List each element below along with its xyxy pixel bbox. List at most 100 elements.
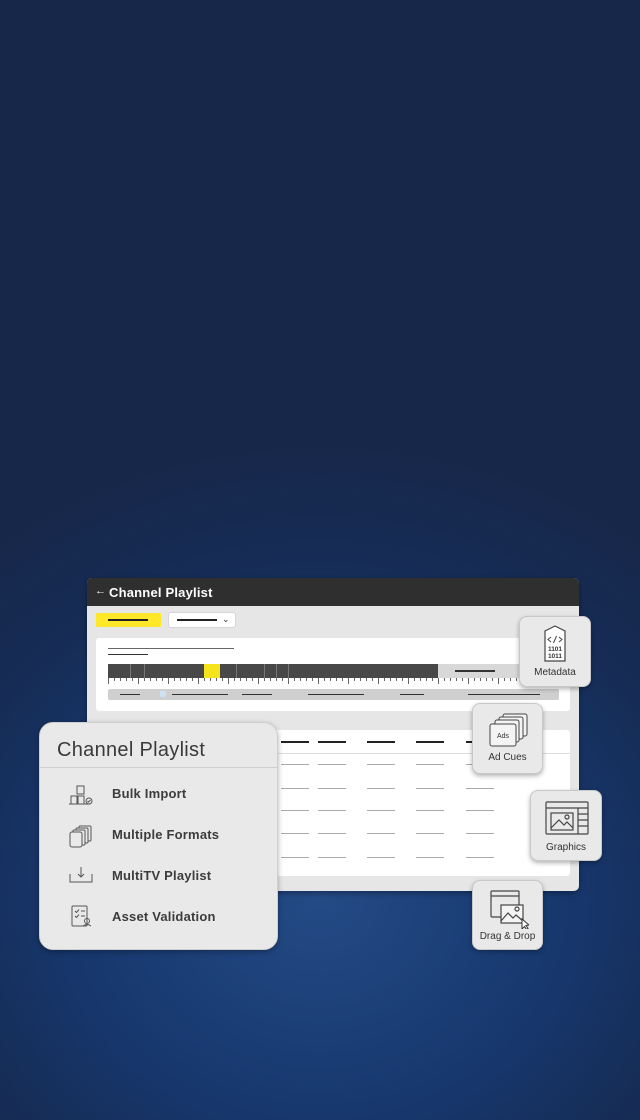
toolbar-select[interactable]: ⌄ bbox=[169, 613, 235, 627]
table-cell bbox=[416, 857, 444, 858]
ruler-tick bbox=[312, 678, 313, 681]
ruler-tick bbox=[126, 678, 127, 681]
ruler-tick bbox=[396, 678, 397, 681]
table-cell bbox=[318, 810, 346, 811]
table-cell bbox=[416, 764, 444, 765]
drag-drop-badge[interactable]: Drag & Drop bbox=[472, 880, 543, 950]
ruler-tick bbox=[228, 678, 229, 684]
table-cell bbox=[466, 788, 494, 789]
ruler-tick bbox=[198, 678, 199, 684]
clip-label bbox=[242, 694, 272, 695]
ruler-tick bbox=[204, 678, 205, 681]
ruler-tick bbox=[282, 678, 283, 681]
ruler-tick bbox=[402, 678, 403, 681]
table-cell bbox=[367, 833, 395, 834]
ruler-tick bbox=[180, 678, 181, 681]
ruler-tick bbox=[288, 678, 289, 684]
ruler-tick bbox=[354, 678, 355, 681]
ruler-tick bbox=[246, 678, 247, 681]
table-cell bbox=[367, 788, 395, 789]
table-header-cell bbox=[416, 741, 444, 743]
ruler-tick bbox=[426, 678, 427, 681]
image-window-icon bbox=[545, 801, 589, 835]
ruler-tick bbox=[480, 678, 481, 681]
ruler-tick bbox=[456, 678, 457, 681]
download-tray-icon bbox=[69, 867, 93, 883]
timeline-clip-divider bbox=[130, 664, 131, 678]
table-header-cell bbox=[281, 741, 309, 743]
chevron-down-icon: ⌄ bbox=[222, 614, 230, 624]
table-header-cell bbox=[367, 741, 395, 743]
bulk-import-icon bbox=[69, 785, 93, 805]
ruler-tick bbox=[192, 678, 193, 681]
card-title: Channel Playlist bbox=[57, 739, 206, 761]
clip-label bbox=[120, 694, 140, 695]
table-cell bbox=[318, 833, 346, 834]
timeline-track[interactable] bbox=[108, 664, 438, 678]
table-cell bbox=[281, 788, 309, 789]
ruler-tick bbox=[444, 678, 445, 681]
timeline-clip-divider bbox=[276, 664, 277, 678]
timeline-title-line bbox=[108, 648, 234, 649]
ruler-tick bbox=[462, 678, 463, 681]
table-cell bbox=[281, 764, 309, 765]
table-cell bbox=[466, 810, 494, 811]
clip-marker bbox=[160, 691, 166, 697]
clip-label bbox=[468, 694, 540, 695]
timeline-clip-divider bbox=[264, 664, 265, 678]
ruler-tick bbox=[414, 678, 415, 681]
ruler-tick bbox=[168, 678, 169, 684]
ruler-tick bbox=[390, 678, 391, 681]
feature-label: Bulk Import bbox=[112, 786, 187, 801]
ad-cues-label: Ad Cues bbox=[488, 752, 527, 763]
graphics-badge[interactable]: Graphics bbox=[530, 790, 602, 861]
drag-drop-image-icon bbox=[490, 890, 529, 929]
ads-stack-icon: Ads bbox=[489, 713, 528, 747]
timeline-playhead[interactable] bbox=[204, 664, 220, 678]
ruler-tick bbox=[234, 678, 235, 681]
ruler-tick bbox=[306, 678, 307, 681]
timeline-clip-divider bbox=[144, 664, 145, 678]
ruler-tick bbox=[378, 678, 379, 684]
ruler-tick bbox=[498, 678, 499, 684]
feature-label: Asset Validation bbox=[112, 909, 216, 924]
table-cell bbox=[281, 810, 309, 811]
ruler-tick bbox=[144, 678, 145, 681]
ruler-tick bbox=[150, 678, 151, 681]
ads-icon-text: Ads bbox=[497, 733, 510, 740]
table-cell bbox=[318, 857, 346, 858]
stacked-layers-icon bbox=[69, 825, 92, 848]
metadata-icon-text: 1101 bbox=[548, 646, 562, 653]
clip-label bbox=[308, 694, 364, 695]
table-cell bbox=[318, 764, 346, 765]
ruler-tick bbox=[336, 678, 337, 681]
feature-label: MultiTV Playlist bbox=[112, 868, 212, 883]
ruler-tick bbox=[486, 678, 487, 681]
table-cell bbox=[416, 833, 444, 834]
table-cell bbox=[416, 788, 444, 789]
arrow-left-icon[interactable]: ← bbox=[95, 585, 106, 597]
table-cell bbox=[281, 833, 309, 834]
table-header-cell bbox=[318, 741, 346, 743]
ruler-tick bbox=[120, 678, 121, 681]
table-cell bbox=[367, 764, 395, 765]
timeline-clip-divider bbox=[288, 664, 289, 678]
timeline-clip-row[interactable] bbox=[108, 689, 559, 700]
ruler-tick bbox=[384, 678, 385, 681]
metadata-icon-text: 1011 bbox=[548, 653, 562, 660]
ruler-tick bbox=[438, 678, 439, 684]
ruler-tick bbox=[156, 678, 157, 681]
metadata-label: Metadata bbox=[534, 667, 576, 678]
checklist-icon bbox=[71, 905, 92, 927]
table-cell bbox=[466, 833, 494, 834]
ruler-tick bbox=[114, 678, 115, 681]
ruler-tick bbox=[492, 678, 493, 681]
ad-cues-badge[interactable]: Ads Ad Cues bbox=[472, 703, 543, 774]
toolbar-primary-button[interactable] bbox=[96, 613, 161, 627]
ruler-tick bbox=[108, 678, 109, 684]
ruler-tick bbox=[294, 678, 295, 681]
ruler-tick bbox=[138, 678, 139, 684]
clip-label bbox=[400, 694, 424, 695]
metadata-badge[interactable]: 1101 1011 Metadata bbox=[519, 616, 591, 687]
ruler-tick bbox=[504, 678, 505, 681]
